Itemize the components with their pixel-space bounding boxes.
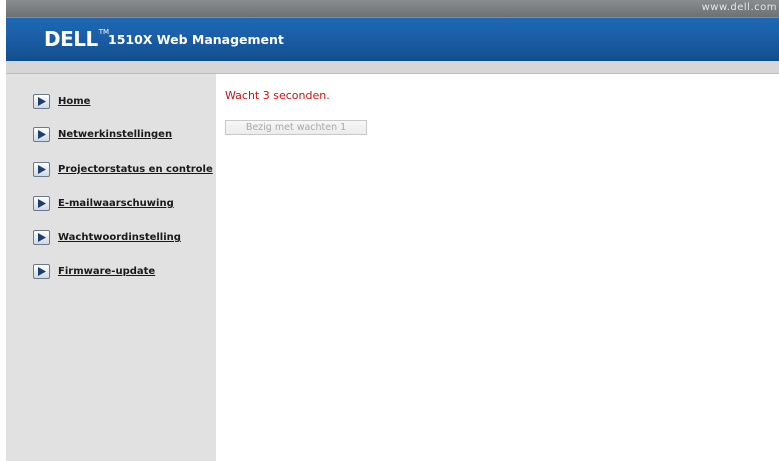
sidebar-nav: Home Netwerkinstellingen Projectorstatus… [6, 74, 216, 461]
sidebar-item-label[interactable]: E-mailwaarschuwing [58, 198, 174, 209]
sidebar-item-projector-status[interactable]: Projectorstatus en controle [33, 162, 213, 177]
app-header: DELL TM 1510X Web Management [6, 17, 779, 61]
sidebar-item-label[interactable]: Projectorstatus en controle [58, 164, 213, 175]
sidebar-item-label[interactable]: Netwerkinstellingen [58, 129, 172, 140]
play-arrow-icon[interactable] [33, 94, 50, 109]
sidebar-item-label[interactable]: Home [58, 96, 90, 107]
play-arrow-icon[interactable] [33, 162, 50, 177]
sidebar-item-firmware-update[interactable]: Firmware-update [33, 264, 155, 279]
sidebar-item-network-settings[interactable]: Netwerkinstellingen [33, 127, 172, 142]
header-subbar [6, 61, 779, 74]
play-arrow-icon[interactable] [33, 230, 50, 245]
top-strip: www.dell.com [6, 0, 779, 17]
sidebar-item-label[interactable]: Wachtwoordinstelling [58, 232, 181, 243]
browser-page: www.dell.com DELL TM 1510X Web Managemen… [0, 0, 779, 461]
play-arrow-icon[interactable] [33, 196, 50, 211]
app-title: 1510X Web Management [108, 32, 284, 47]
status-message: Wacht 3 seconden. [225, 89, 330, 102]
sidebar-item-home[interactable]: Home [33, 94, 90, 109]
main-content: Wacht 3 seconden. Bezig met wachten 1 [216, 74, 779, 461]
dell-logo: DELL TM [44, 27, 109, 51]
sidebar-item-email-alert[interactable]: E-mailwaarschuwing [33, 196, 174, 211]
sidebar-item-label[interactable]: Firmware-update [58, 266, 155, 277]
site-url[interactable]: www.dell.com [702, 2, 777, 13]
play-arrow-icon[interactable] [33, 264, 50, 279]
logo-text: DELL [44, 27, 98, 51]
play-arrow-icon[interactable] [33, 127, 50, 142]
sidebar-item-password-settings[interactable]: Wachtwoordinstelling [33, 230, 181, 245]
waiting-button[interactable]: Bezig met wachten 1 [225, 120, 367, 135]
